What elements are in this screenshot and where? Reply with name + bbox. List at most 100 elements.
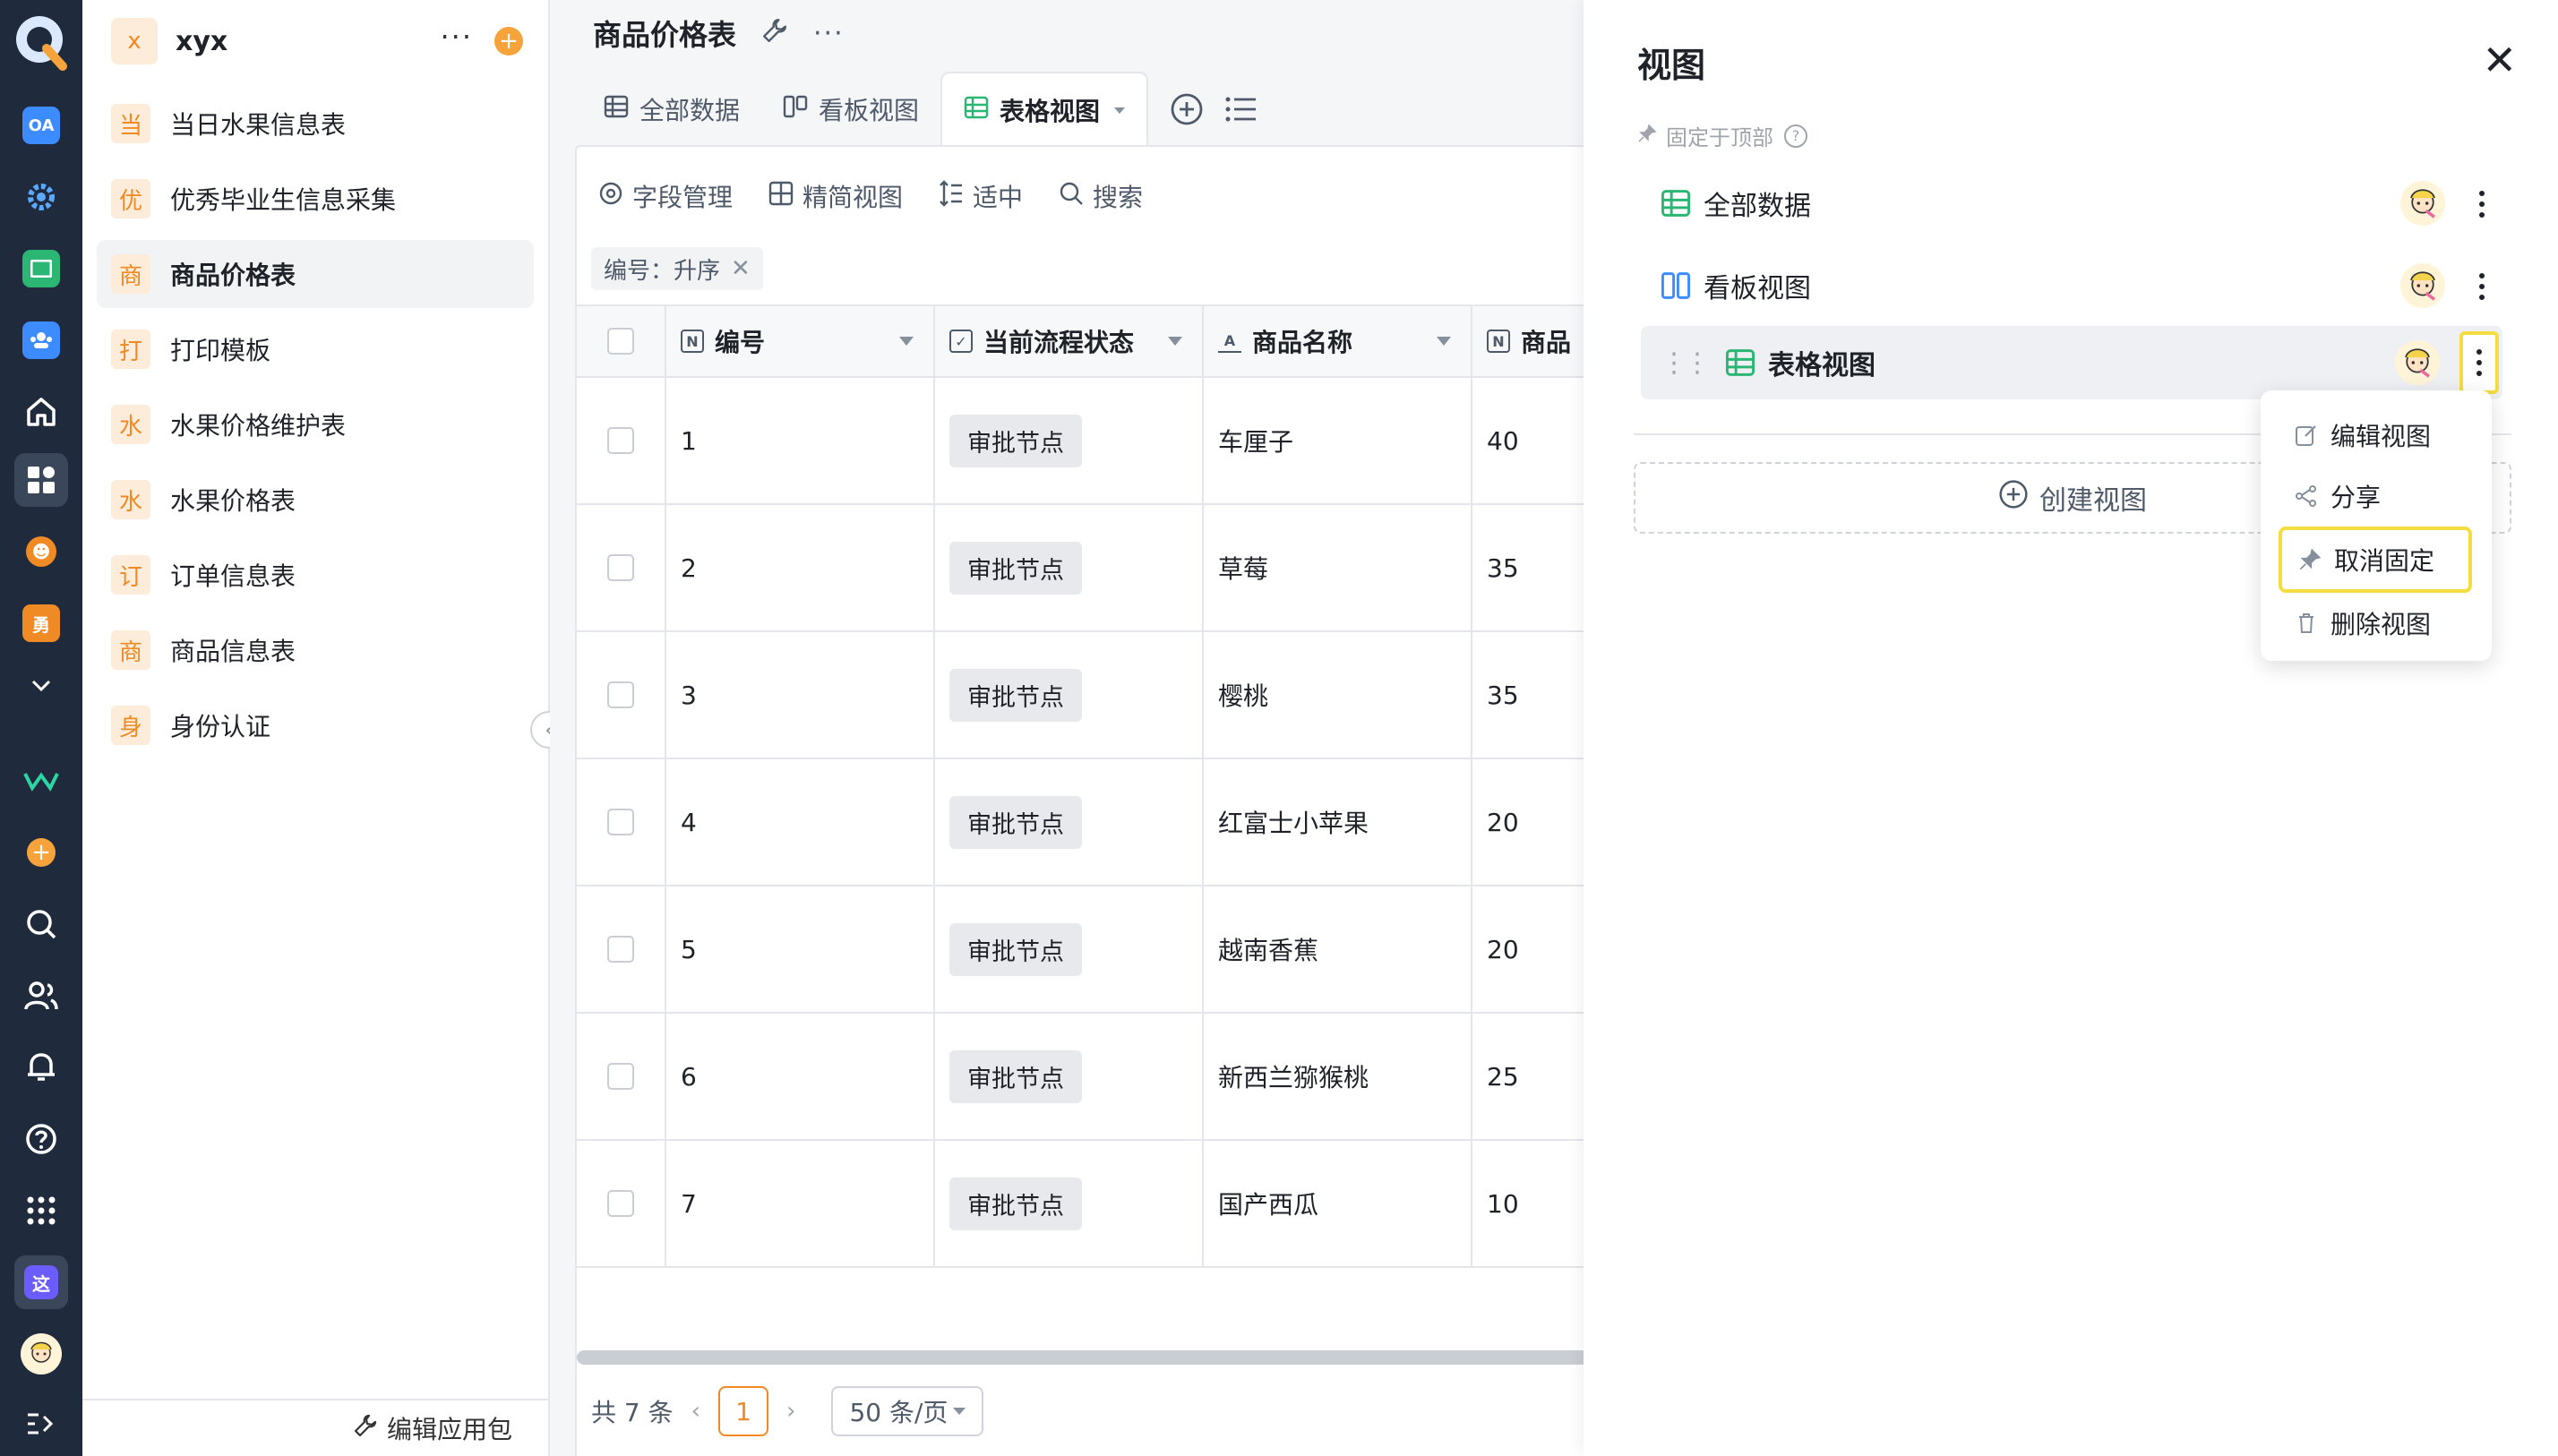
add-circle-icon[interactable]: +	[14, 826, 68, 879]
cell-price[interactable]: 40	[1472, 378, 1584, 503]
caret-down-icon[interactable]	[1114, 107, 1126, 114]
menu-item-edit-view[interactable]: 编辑视图	[2261, 405, 2492, 466]
sidebar-item[interactable]: 打 打印模板	[97, 315, 534, 383]
more-icon[interactable]: ···	[440, 20, 473, 54]
table-row[interactable]: 1 审批节点 车厘子 40	[577, 378, 1584, 505]
cell-price[interactable]: 25	[1472, 1014, 1584, 1139]
sidebar-item[interactable]: 优 优秀毕业生信息采集	[97, 165, 534, 233]
sidebar-item[interactable]: 身 身份认证	[97, 691, 534, 759]
more-icon[interactable]: ···	[813, 18, 845, 49]
expand-icon[interactable]	[14, 1402, 68, 1445]
help-icon[interactable]	[14, 1112, 68, 1166]
more-vertical-icon[interactable]	[2459, 331, 2499, 394]
menu-item-unpin[interactable]: 取消固定	[2279, 527, 2472, 593]
edit-package-button[interactable]: 编辑应用包	[82, 1399, 548, 1456]
wrench-icon[interactable]	[761, 17, 788, 50]
menu-item-share[interactable]: 分享	[2261, 466, 2492, 527]
cell-id[interactable]: 1	[666, 378, 935, 503]
table-row[interactable]: 5 审批节点 越南香蕉 20	[577, 886, 1584, 1014]
smile-app-icon[interactable]: ☻	[14, 525, 68, 578]
sort-chip[interactable]: 编号：升序 ✕	[591, 247, 763, 290]
gear-app-icon[interactable]	[14, 170, 68, 224]
cell-price[interactable]: 10	[1472, 1141, 1584, 1266]
cell-id[interactable]: 4	[666, 759, 935, 885]
view-item[interactable]: 看板视图	[1634, 249, 2508, 322]
cell-name[interactable]: 草莓	[1204, 505, 1472, 630]
cell-name[interactable]: 越南香蕉	[1204, 886, 1472, 1012]
fields-button[interactable]: 字段管理	[598, 178, 733, 214]
cell-status[interactable]: 审批节点	[935, 632, 1204, 758]
oa-app-icon[interactable]: OA	[14, 98, 68, 152]
row-checkbox[interactable]	[607, 681, 634, 708]
column-header[interactable]: ✓ 当前流程状态	[935, 306, 1204, 376]
cell-id[interactable]: 3	[666, 632, 935, 758]
sidebar-item-active[interactable]: 商 商品价格表	[97, 240, 534, 308]
add-view-icon[interactable]	[1170, 72, 1204, 147]
search-button[interactable]: 搜索	[1059, 178, 1143, 214]
cell-name[interactable]: 国产西瓜	[1204, 1141, 1472, 1266]
select-all-checkbox[interactable]	[607, 328, 634, 355]
cell-price[interactable]: 35	[1472, 505, 1584, 630]
cell-name[interactable]: 樱桃	[1204, 632, 1472, 758]
zhe-app-icon[interactable]: 这	[14, 1255, 68, 1309]
cell-status[interactable]: 审批节点	[935, 505, 1204, 630]
apps-grid-icon[interactable]	[14, 453, 68, 507]
cell-id[interactable]: 7	[666, 1141, 935, 1266]
cell-id[interactable]: 6	[666, 1014, 935, 1139]
cell-name[interactable]: 红富士小苹果	[1204, 759, 1472, 885]
drag-handle-icon[interactable]: ⋮⋮	[1661, 347, 1711, 379]
column-header[interactable]: N 编号	[666, 306, 935, 376]
table-row[interactable]: 7 审批节点 国产西瓜 10	[577, 1141, 1584, 1268]
page-size-select[interactable]: 50 条/页	[831, 1386, 984, 1436]
caret-down-icon[interactable]	[1168, 337, 1182, 346]
home-icon[interactable]	[14, 385, 68, 439]
prev-page-icon[interactable]: ‹	[691, 1398, 700, 1425]
close-icon[interactable]: ✕	[2482, 39, 2517, 81]
caret-down-icon[interactable]	[1437, 337, 1451, 346]
contacts-icon[interactable]	[14, 969, 68, 1023]
row-checkbox[interactable]	[607, 936, 634, 963]
cell-status[interactable]: 审批节点	[935, 759, 1204, 885]
cell-status[interactable]: 审批节点	[935, 1141, 1204, 1266]
cell-price[interactable]: 35	[1472, 632, 1584, 758]
q-logo-icon[interactable]	[5, 5, 77, 77]
cell-price[interactable]: 20	[1472, 759, 1584, 885]
grid-icon[interactable]	[14, 1184, 68, 1238]
yong-app-icon[interactable]: 勇	[14, 596, 68, 650]
table-row[interactable]: 2 审批节点 草莓 35	[577, 505, 1584, 632]
compact-view-button[interactable]: 精简视图	[768, 178, 903, 214]
cell-price[interactable]: 20	[1472, 886, 1584, 1012]
row-checkbox[interactable]	[607, 1063, 634, 1090]
sidebar-item[interactable]: 水 水果价格维护表	[97, 390, 534, 458]
cell-name[interactable]: 新西兰猕猴桃	[1204, 1014, 1472, 1139]
chevron-down-icon[interactable]	[14, 659, 68, 713]
tab-table-view[interactable]: 表格视图	[940, 72, 1149, 147]
menu-item-delete-view[interactable]: 删除视图	[2261, 593, 2492, 654]
workspace-name[interactable]: xyx	[176, 26, 227, 57]
cell-name[interactable]: 车厘子	[1204, 378, 1472, 503]
bell-icon[interactable]	[14, 1041, 68, 1094]
table-row[interactable]: 6 审批节点 新西兰猕猴桃 25	[577, 1014, 1584, 1141]
cell-status[interactable]: 审批节点	[935, 1014, 1204, 1139]
help-icon[interactable]: ?	[1784, 124, 1807, 148]
column-header[interactable]: A 商品名称	[1204, 306, 1472, 376]
cell-id[interactable]: 5	[666, 886, 935, 1012]
caret-down-icon[interactable]	[899, 337, 914, 346]
close-icon[interactable]: ✕	[731, 255, 751, 282]
table-row[interactable]: 3 审批节点 樱桃 35	[577, 632, 1584, 759]
row-density-button[interactable]: 适中	[939, 178, 1023, 214]
tab-all-data[interactable]: 全部数据	[582, 72, 761, 147]
table-row[interactable]: 4 审批节点 红富士小苹果 20	[577, 759, 1584, 886]
list-icon[interactable]	[1225, 72, 1258, 147]
row-checkbox[interactable]	[607, 427, 634, 454]
tab-kanban[interactable]: 看板视图	[761, 72, 940, 147]
sidebar-item[interactable]: 订 订单信息表	[97, 541, 534, 609]
sidebar-item[interactable]: 水 水果价格表	[97, 466, 534, 534]
horizontal-scrollbar[interactable]	[577, 1350, 1584, 1365]
add-icon[interactable]: +	[494, 27, 523, 56]
cell-status[interactable]: 审批节点	[935, 886, 1204, 1012]
row-checkbox[interactable]	[607, 809, 634, 835]
more-vertical-icon[interactable]	[2467, 261, 2497, 312]
next-page-icon[interactable]: ›	[786, 1398, 795, 1425]
row-checkbox[interactable]	[607, 1190, 634, 1217]
